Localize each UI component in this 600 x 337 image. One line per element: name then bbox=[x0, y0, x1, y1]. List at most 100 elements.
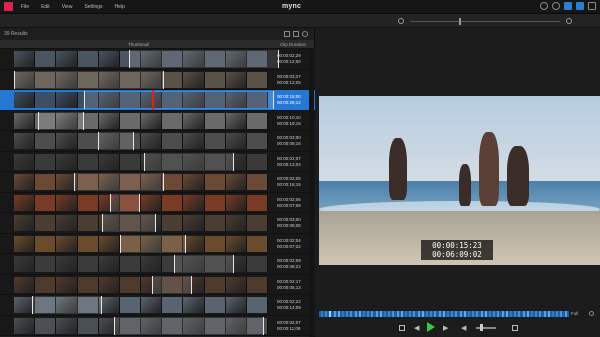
menu-bar: File Edit View Settings Help mync bbox=[0, 0, 600, 14]
clip-timecode-out: 00:00:11;08 bbox=[277, 325, 301, 331]
clip-range-window[interactable] bbox=[74, 173, 164, 191]
timeline-segment bbox=[476, 311, 479, 317]
clip-range-window[interactable] bbox=[114, 316, 264, 335]
fullscreen-icon[interactable] bbox=[512, 325, 518, 331]
thumbnail-frame bbox=[56, 153, 78, 170]
layout-alt-icon[interactable] bbox=[576, 2, 584, 10]
clip-range-window[interactable] bbox=[129, 50, 279, 68]
clip-row[interactable]: 00:00:02;06 00:00:07;08 bbox=[0, 192, 315, 213]
search-icon[interactable] bbox=[540, 2, 548, 10]
thumbnail-frame bbox=[35, 92, 57, 108]
clip-thumbnail-strip[interactable] bbox=[14, 133, 268, 149]
timeline-segment bbox=[459, 311, 462, 317]
export-icon[interactable] bbox=[293, 31, 299, 37]
zoom-out-icon[interactable] bbox=[398, 18, 404, 24]
clip-timecode-in: 00:00:02;06 bbox=[277, 196, 301, 202]
clip-row[interactable]: 00:00:15;00 00:00:29;12 bbox=[0, 90, 315, 111]
clip-row[interactable]: 00:00:02;07 00:00:11;08 bbox=[0, 315, 315, 336]
clip-range-window[interactable] bbox=[14, 70, 164, 89]
video-figure bbox=[389, 138, 407, 200]
thumbnail-frame bbox=[204, 174, 226, 190]
timeline-segment bbox=[430, 311, 433, 317]
thumbnail-frame bbox=[225, 215, 247, 231]
clip-row[interactable]: 00:00:02;09 00:00:08;22 bbox=[0, 254, 315, 275]
thumbnail-column-header[interactable]: Thumbnail bbox=[128, 42, 149, 47]
clip-thumbnail-strip[interactable] bbox=[14, 194, 268, 211]
clip-row[interactable]: 00:00:03;27 00:00:12;05 bbox=[0, 69, 315, 90]
timeline-segment bbox=[434, 311, 437, 317]
menu-settings[interactable]: Settings bbox=[84, 4, 102, 10]
play-icon[interactable] bbox=[427, 322, 435, 332]
volume-icon[interactable]: ◀ bbox=[461, 325, 466, 332]
clip-range-window[interactable] bbox=[110, 193, 140, 212]
timeline-segment bbox=[472, 311, 475, 317]
zoom-slider-handle[interactable] bbox=[459, 18, 461, 25]
layout-icon[interactable] bbox=[564, 2, 572, 10]
clip-range-window[interactable] bbox=[152, 275, 192, 294]
clip-row[interactable]: 00:00:02;07 00:00:13;04 bbox=[0, 151, 315, 172]
thumbnail-frame bbox=[119, 276, 142, 293]
results-scrollbar[interactable] bbox=[309, 49, 314, 337]
clip-range-window[interactable] bbox=[32, 296, 102, 314]
clip-row[interactable]: 00:00:02;17 00:00:06;13 bbox=[0, 274, 315, 295]
zoom-select[interactable]: Full bbox=[571, 311, 578, 316]
timeline-bar[interactable] bbox=[319, 311, 569, 317]
thumbnail-frame bbox=[246, 153, 268, 170]
menu-help[interactable]: Help bbox=[115, 4, 125, 10]
clip-range-window[interactable] bbox=[120, 234, 186, 253]
zoom-icon[interactable] bbox=[589, 311, 594, 316]
clip-row[interactable]: 00:00:02;05 00:00:16;15 bbox=[0, 172, 315, 193]
clip-timecode-in: 00:00:10;10 bbox=[277, 114, 301, 120]
thumbnail-frame bbox=[98, 51, 120, 67]
volume-slider-track[interactable] bbox=[476, 327, 496, 329]
clip-thumbnail-strip[interactable] bbox=[14, 276, 268, 293]
results-list: 00:00:02;29 00:00:12;00 00:00:03;27 00:00:1… bbox=[0, 49, 315, 336]
thumbnail-frame bbox=[162, 133, 184, 149]
clip-row[interactable]: 00:00:02;04 00:00:07;22 bbox=[0, 233, 315, 254]
gear-icon[interactable] bbox=[552, 2, 560, 10]
undo-icon[interactable] bbox=[284, 31, 290, 37]
thumbnail-frame bbox=[14, 194, 36, 211]
thumbnail-frame bbox=[183, 133, 205, 149]
thumbnail-frame bbox=[246, 194, 268, 211]
clip-range-window[interactable] bbox=[98, 132, 134, 150]
step-back-icon[interactable]: ◀ bbox=[414, 325, 419, 332]
thumbnail-frame bbox=[56, 276, 78, 293]
thumbnail-frame bbox=[14, 153, 36, 170]
timeline-segment bbox=[489, 311, 491, 317]
clip-range-window[interactable] bbox=[84, 91, 274, 109]
thumbnail-frame bbox=[183, 194, 205, 211]
clip-timecode-in: 00:00:15;00 bbox=[277, 94, 301, 99]
clip-row[interactable]: 00:00:02;22 00:00:14;09 bbox=[0, 295, 315, 316]
clip-range-window[interactable] bbox=[102, 214, 156, 232]
timeline-segment bbox=[400, 311, 403, 317]
thumbnail-frame bbox=[204, 276, 226, 293]
duration-column-header[interactable]: Clip Duration bbox=[280, 42, 306, 47]
step-forward-icon[interactable]: ▶ bbox=[443, 325, 448, 332]
clip-range-window[interactable] bbox=[144, 152, 234, 171]
timeline-segment bbox=[413, 311, 416, 317]
settings-icon[interactable] bbox=[302, 31, 308, 37]
zoom-slider-track[interactable] bbox=[410, 21, 560, 22]
clip-row[interactable]: 00:00:10;10 00:00:19;16 bbox=[0, 110, 315, 131]
timecode-overlay: 00:00:15:23 00:06:09:02 bbox=[421, 240, 493, 260]
clip-playhead[interactable] bbox=[152, 90, 154, 110]
thumbnail-frame bbox=[35, 194, 57, 211]
menu-file[interactable]: File bbox=[21, 4, 29, 10]
thumbnail-frame bbox=[141, 297, 163, 313]
clip-range-window[interactable] bbox=[38, 111, 84, 130]
grid-icon[interactable] bbox=[588, 2, 596, 10]
snapshot-icon[interactable] bbox=[399, 325, 405, 331]
thumbnail-frame bbox=[35, 276, 57, 293]
volume-slider-handle[interactable] bbox=[480, 324, 483, 331]
timeline-segment bbox=[556, 311, 559, 317]
menu-view[interactable]: View bbox=[62, 4, 73, 10]
clip-row[interactable]: 00:00:02;29 00:00:12;00 bbox=[0, 49, 315, 70]
thumbnail-frame bbox=[183, 71, 205, 88]
settings-icon[interactable] bbox=[566, 18, 572, 24]
clip-timecode-in: 00:00:03;00 bbox=[277, 217, 301, 222]
clip-row[interactable]: 00:00:03;00 00:00:08;08 bbox=[0, 213, 315, 234]
menu-edit[interactable]: Edit bbox=[41, 4, 50, 10]
clip-range-window[interactable] bbox=[174, 255, 234, 273]
clip-row[interactable]: 00:00:03;00 00:00:09;16 bbox=[0, 131, 315, 152]
